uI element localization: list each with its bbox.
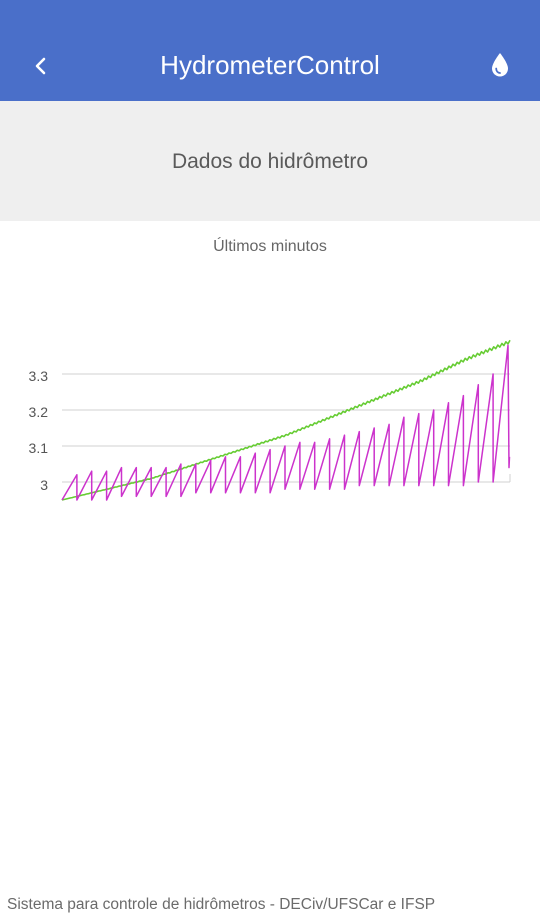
y-tick-label: 3.2 <box>29 404 49 420</box>
water-drop-button[interactable] <box>484 50 516 80</box>
water-drop-icon <box>492 53 508 77</box>
line-chart: 3 3.1 3.2 3.3 <box>29 339 511 501</box>
y-tick-label: 3.1 <box>29 440 49 456</box>
app-title: HydrometerControl <box>160 50 380 80</box>
chart-title: Últimos minutos <box>213 238 327 255</box>
series-line-green <box>61 339 511 501</box>
footer-text: Sistema para controle de hidrômetros - D… <box>7 896 436 913</box>
y-tick-label: 3.3 <box>29 368 49 384</box>
y-tick-label: 3 <box>40 477 48 493</box>
app-bar: HydrometerControl <box>0 0 540 101</box>
section-title: Dados do hidrômetro <box>171 150 369 173</box>
series-line-magenta <box>61 344 511 501</box>
